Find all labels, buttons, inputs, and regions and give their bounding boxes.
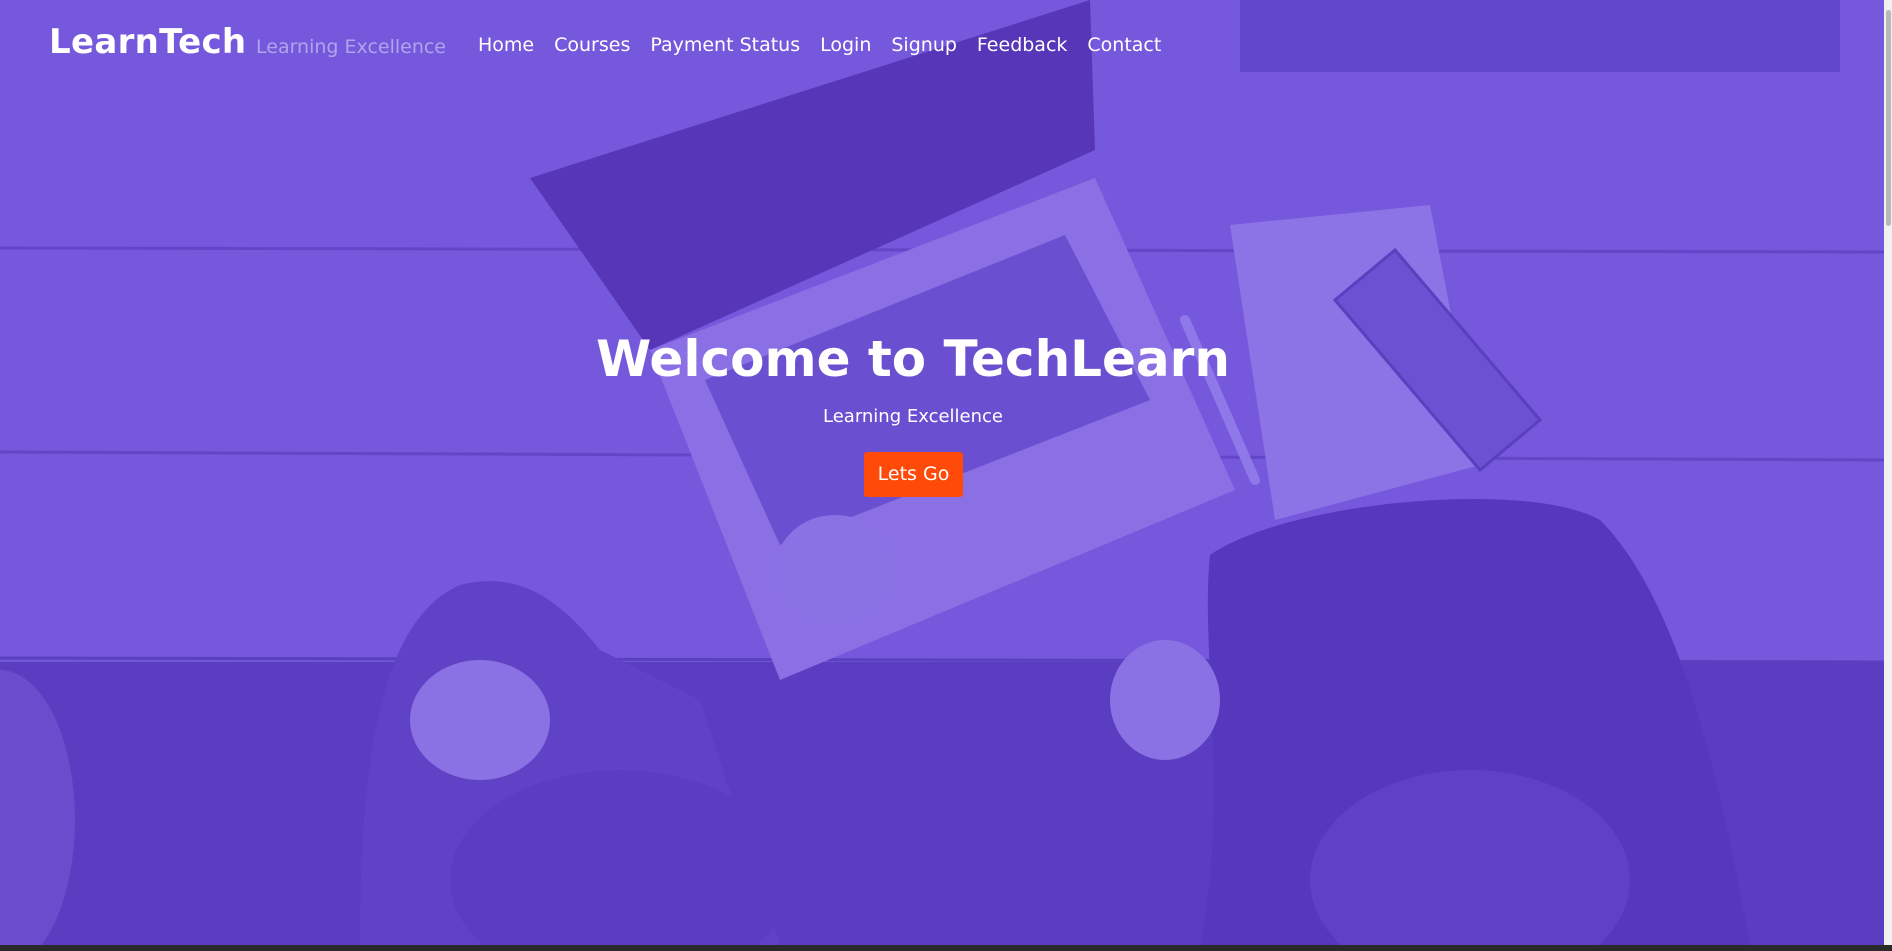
nav-item-home[interactable]: Home xyxy=(478,34,534,56)
hero-subtitle: Learning Excellence xyxy=(823,406,1003,427)
lets-go-button[interactable]: Lets Go xyxy=(864,452,963,497)
nav-item-payment-status[interactable]: Payment Status xyxy=(650,34,800,56)
nav-item-feedback[interactable]: Feedback xyxy=(977,34,1067,56)
hero-title: Welcome to TechLearn xyxy=(596,330,1230,388)
nav-item-contact[interactable]: Contact xyxy=(1087,34,1161,56)
nav-item-login[interactable]: Login xyxy=(820,34,871,56)
window-bottom-edge xyxy=(0,945,1892,951)
top-navbar: LearnTech Learning Excellence Home Cours… xyxy=(0,0,1884,94)
nav-item-courses[interactable]: Courses xyxy=(554,34,630,56)
page: LearnTech Learning Excellence Home Cours… xyxy=(0,0,1892,951)
brand-logo[interactable]: LearnTech xyxy=(49,22,246,62)
brand-tagline: Learning Excellence xyxy=(256,36,446,58)
scrollbar-thumb[interactable] xyxy=(1886,10,1891,226)
nav-item-signup[interactable]: Signup xyxy=(891,34,957,56)
nav-links: Home Courses Payment Status Login Signup… xyxy=(478,34,1181,56)
